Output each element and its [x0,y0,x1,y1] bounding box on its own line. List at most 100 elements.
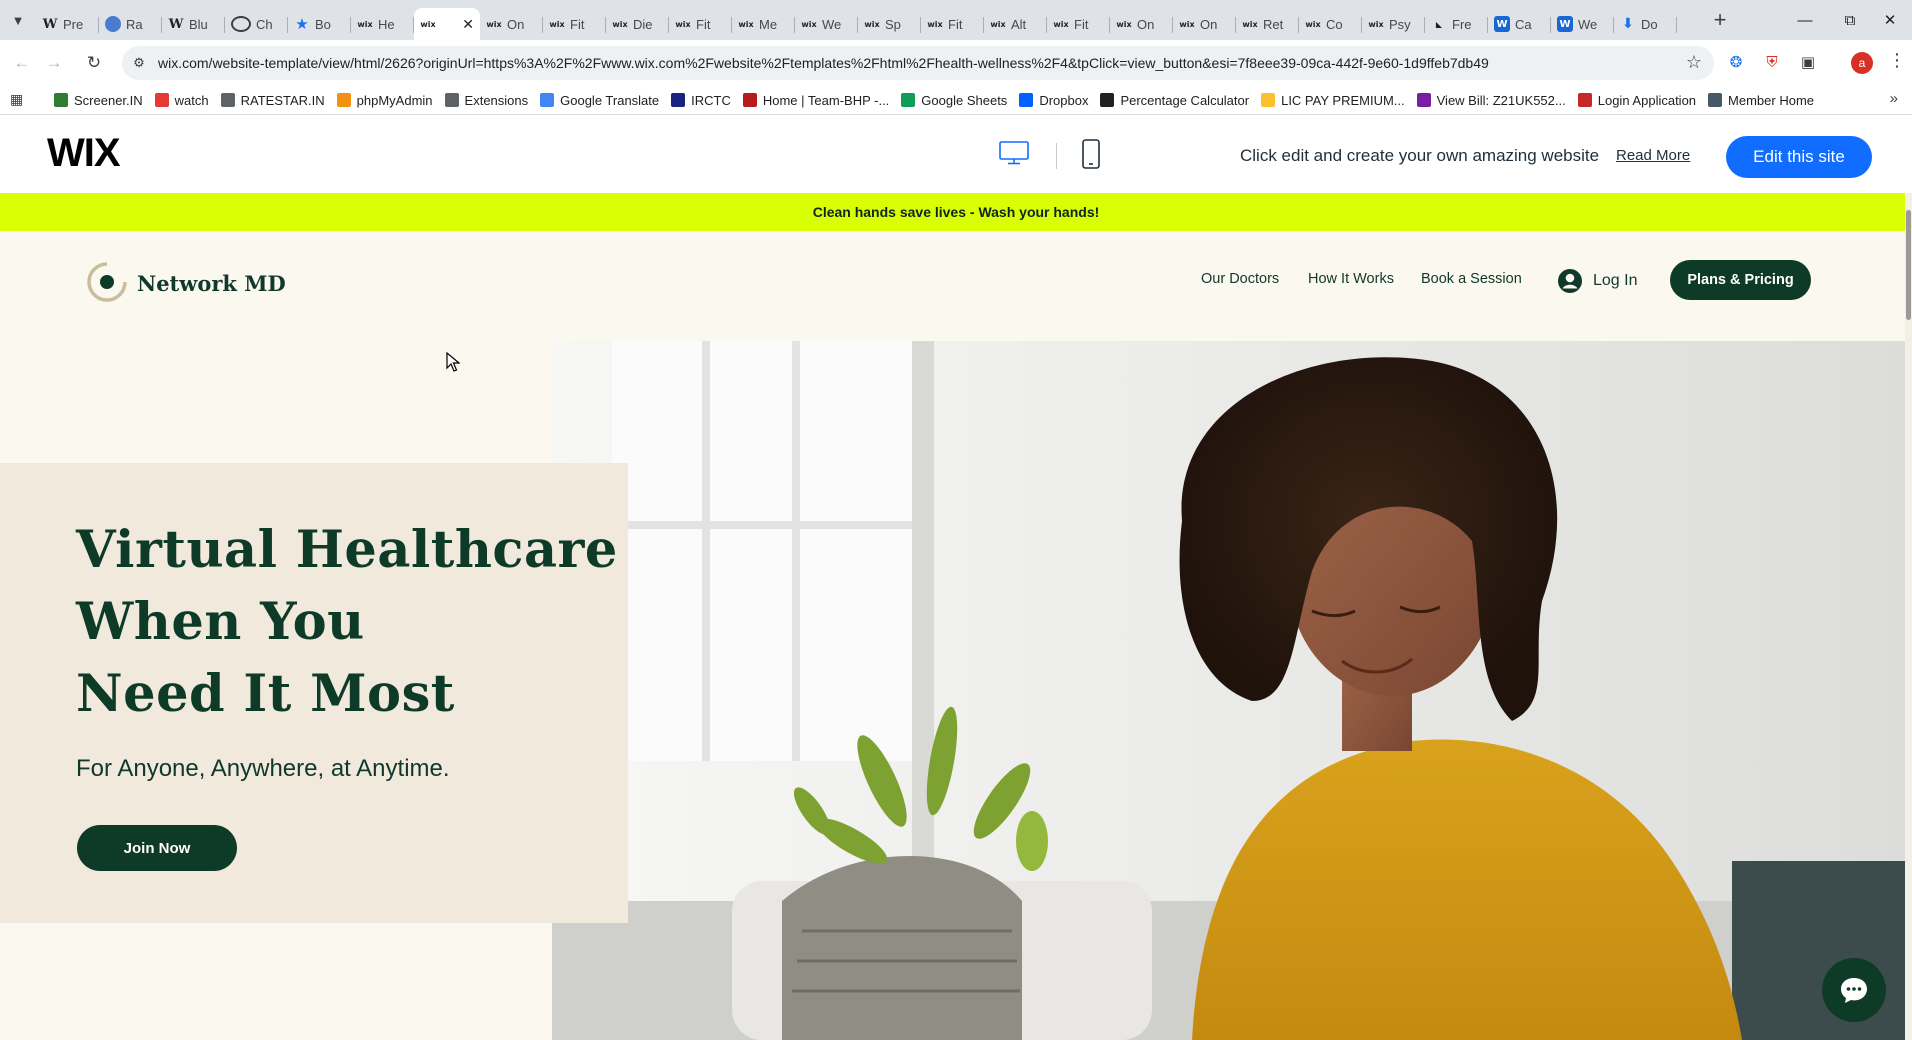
profile-avatar[interactable]: a [1851,52,1873,74]
bookmark-item[interactable]: Extensions [444,93,528,108]
browser-tab[interactable]: wix On [1110,8,1173,40]
browser-tab[interactable]: wix Co [1299,8,1362,40]
apps-grid-icon[interactable]: ▦ [10,91,28,109]
bookmark-item[interactable]: RATESTAR.IN [220,92,325,108]
browser-tab[interactable]: W Pre [36,8,99,40]
url-text[interactable]: wix.com/website-template/view/html/2626?… [158,55,1489,71]
bookmark-favicon-icon [54,93,68,107]
browser-tab[interactable]: wix Fit [921,8,984,40]
browser-tab[interactable]: wix He [351,8,414,40]
wikipedia-icon: W [168,16,184,32]
bookmark-list: Screener.IN watch RATESTAR.IN phpMyAdmin Ext… [54,86,1814,114]
tab-label: Pre [63,16,84,32]
network-md-logo-icon[interactable] [86,261,128,303]
tab-label: On [507,16,525,32]
close-window-icon[interactable]: ✕ [1870,6,1910,34]
bookmark-item[interactable]: Google Sheets [901,93,1007,108]
read-more-link[interactable]: Read More [1616,147,1690,164]
bookmark-item[interactable]: phpMyAdmin [336,93,433,108]
bookmark-item[interactable]: Percentage Calculator [1100,93,1249,108]
browser-tab[interactable]: Ra [99,8,162,40]
scrollbar-thumb[interactable] [1906,210,1911,320]
browser-tab[interactable]: wix Me [732,8,795,40]
desktop-view-icon[interactable] [999,141,1029,165]
plans-pricing-button[interactable]: Plans & Pricing [1670,260,1811,300]
bookmark-item[interactable]: IRCTC [671,93,731,108]
tab-label: Fit [696,16,711,32]
bookmark-favicon-icon [444,93,459,107]
bookmarks-overflow-icon[interactable]: » [1890,90,1898,107]
tab-label: Ch [256,16,273,32]
browser-tab[interactable]: ⬇ Do [1614,8,1677,40]
back-icon[interactable]: ← [8,49,36,77]
bookmark-item[interactable]: Member Home [1708,93,1814,108]
browser-tab[interactable]: wix We [795,8,858,40]
browser-tab[interactable]: wix On [480,8,543,40]
browser-tab[interactable]: W Blu [162,8,225,40]
restore-icon[interactable]: ⧉ [1830,6,1870,34]
bookmark-label: Google Translate [560,92,660,108]
browser-tab-active[interactable]: wix ✕ [414,8,480,40]
wix-icon: wix [612,19,628,29]
wix-icon: wix [549,19,565,29]
brand-name[interactable]: Network MD [137,271,286,296]
tab-label: Ret [1263,16,1284,32]
bookmark-item[interactable]: Screener.IN [54,93,143,108]
browser-tab[interactable]: ◣ Fre [1425,8,1488,40]
nav-our-doctors[interactable]: Our Doctors [1201,271,1279,287]
minimize-icon[interactable]: — [1785,6,1825,34]
tab-search-chevron-icon[interactable]: ▼ [6,8,30,32]
browser-tab[interactable]: wix Psy [1362,8,1425,40]
reload-icon[interactable]: ↻ [80,49,108,77]
site-info-icon[interactable]: ⚙ [130,54,148,72]
chat-button[interactable] [1822,958,1886,1022]
new-tab-button[interactable]: + [1706,6,1734,34]
bookmark-label: RATESTAR.IN [240,92,325,108]
wix-icon: wix [1179,19,1195,29]
browser-tab[interactable]: wix On [1173,8,1236,40]
address-bar[interactable]: ⚙ wix.com/website-template/view/html/262… [122,46,1714,80]
browser-tab[interactable]: W We [1551,8,1614,40]
wikipedia-icon: W [42,16,58,32]
browser-tab[interactable]: Ch [225,8,288,40]
shield-extension-icon[interactable]: ⛨ [1760,50,1784,74]
bookmark-label: watch [174,92,209,108]
browser-tab[interactable]: W Ca [1488,8,1551,40]
bookmark-item[interactable]: Home | Team-BHP -... [742,93,889,108]
extension-icon[interactable]: ❂ [1724,50,1748,74]
browser-tab[interactable]: wix Ret [1236,8,1299,40]
tab-close-icon[interactable]: ✕ [462,16,474,33]
bookmark-star-icon[interactable]: ☆ [1686,52,1702,73]
browser-tab[interactable]: ★ Bo [288,8,351,40]
bookmark-item[interactable]: Google Translate [540,93,659,108]
browser-tab[interactable]: wix Alt [984,8,1047,40]
bookmark-item[interactable]: Login Application [1577,93,1696,108]
tab-label: Fit [1074,16,1089,32]
nav-book-a-session[interactable]: Book a Session [1421,271,1522,287]
bookmark-item[interactable]: LIC PAY PREMIUM... [1261,93,1405,108]
login-link[interactable]: Log In [1557,268,1637,294]
nav-how-it-works[interactable]: How It Works [1308,271,1394,287]
edit-site-button[interactable]: Edit this site [1726,136,1872,178]
bookmark-item[interactable]: watch [154,92,209,108]
bookmark-favicon-icon [1261,93,1276,107]
browser-tab[interactable]: wix Fit [543,8,606,40]
browser-tab[interactable]: wix Fit [669,8,732,40]
wix-icon: wix [801,19,817,29]
bookmark-favicon-icon [154,93,169,107]
bookmark-label: Google Sheets [921,92,1008,108]
bookmark-item[interactable]: View Bill: Z21UK552... [1416,93,1566,108]
page-scrollbar[interactable] [1905,193,1912,1040]
browser-tab[interactable]: wix Die [606,8,669,40]
browser-tab[interactable]: wix Sp [858,8,921,40]
mobile-view-icon[interactable] [1081,139,1101,169]
wix-icon: wix [675,19,691,29]
bookmark-item[interactable]: Dropbox [1019,93,1088,108]
browser-menu-icon[interactable]: ⋮ [1888,50,1906,71]
bookmark-label: Percentage Calculator [1120,92,1250,108]
join-now-button[interactable]: Join Now [77,825,237,871]
forward-icon[interactable]: → [40,49,68,77]
wix-logo[interactable]: WIX [47,131,121,176]
browser-tab[interactable]: wix Fit [1047,8,1110,40]
puzzle-extensions-icon[interactable]: ▣ [1796,50,1820,74]
